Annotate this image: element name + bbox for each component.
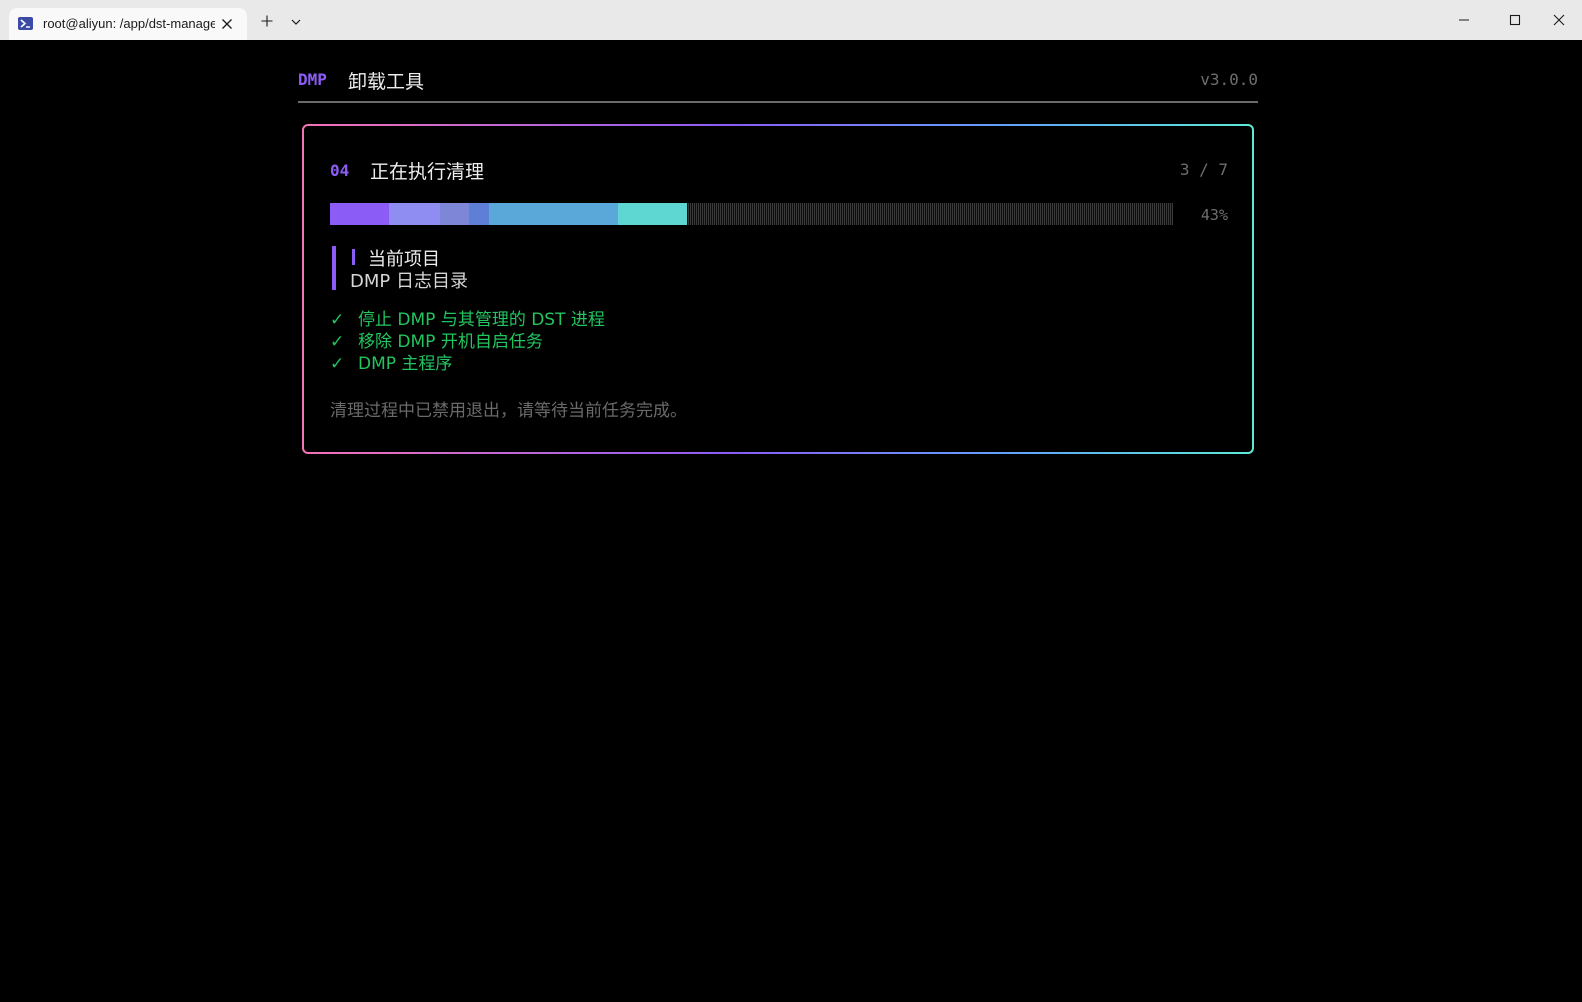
- version-label: v3.0.0: [1200, 70, 1258, 89]
- progress-percent: 43%: [1200, 206, 1228, 224]
- header-divider: [298, 101, 1258, 103]
- completed-item: ✓ DMP 主程序: [330, 353, 605, 375]
- completed-item: ✓ 移除 DMP 开机自启任务: [330, 331, 605, 353]
- brand-label: DMP: [298, 70, 327, 89]
- app-header: DMP 卸载工具 v3.0.0: [298, 64, 1258, 104]
- cleanup-card: 04 正在执行清理 3 / 7 43% 当前项目 DMP 日志目录 ✓ 停止 DM…: [302, 124, 1254, 454]
- maximize-icon[interactable]: [1506, 11, 1524, 29]
- current-item-value: DMP 日志目录: [350, 271, 468, 292]
- close-icon[interactable]: [1550, 11, 1568, 29]
- completed-item: ✓ 停止 DMP 与其管理的 DST 进程: [330, 309, 605, 331]
- step-counter: 3 / 7: [1179, 160, 1228, 179]
- current-item-block: 当前项目 DMP 日志目录: [332, 246, 736, 292]
- completed-item-text: 停止 DMP 与其管理的 DST 进程: [358, 310, 605, 330]
- check-icon: ✓: [330, 332, 345, 352]
- current-marker: [352, 249, 355, 265]
- tab-title: root@aliyun: /app/dst-manage: [43, 16, 215, 31]
- plus-icon[interactable]: [258, 12, 276, 30]
- terminal-tab[interactable]: root@aliyun: /app/dst-manage: [9, 8, 247, 40]
- step-number: 04: [330, 161, 350, 180]
- chevron-down-icon[interactable]: [289, 14, 303, 28]
- progress-bar: [330, 203, 1173, 225]
- minimize-icon[interactable]: [1455, 11, 1473, 29]
- terminal-icon: [18, 17, 33, 30]
- window-titlebar: root@aliyun: /app/dst-manage: [0, 0, 1582, 40]
- progress-fill: [330, 203, 687, 225]
- completed-item-text: DMP 主程序: [358, 354, 453, 374]
- tab-close-icon[interactable]: [218, 15, 236, 33]
- check-icon: ✓: [330, 354, 345, 374]
- completed-list: ✓ 停止 DMP 与其管理的 DST 进程 ✓ 移除 DMP 开机自启任务 ✓ DMP…: [330, 309, 605, 375]
- step-title: 正在执行清理: [370, 161, 485, 183]
- page-title: 卸载工具: [348, 71, 425, 93]
- completed-item-text: 移除 DMP 开机自启任务: [358, 332, 543, 352]
- check-icon: ✓: [330, 310, 345, 330]
- status-note: 清理过程中已禁用退出，请等待当前任务完成。: [330, 401, 687, 421]
